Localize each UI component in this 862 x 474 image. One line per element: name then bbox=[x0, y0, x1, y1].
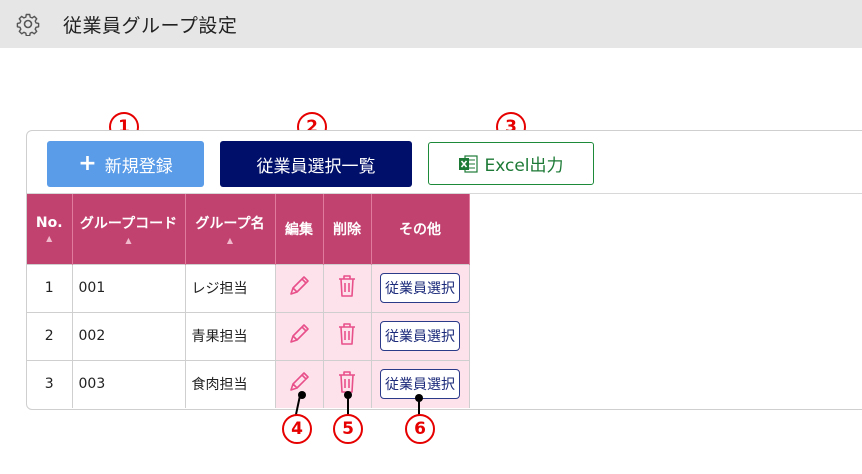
table-header-row: No. ▲ グループコード ▲ グループ名 ▲ 編集 削除 その他 bbox=[27, 194, 470, 264]
plus-icon: + bbox=[78, 151, 97, 176]
callout-marker-6: 6 bbox=[405, 414, 435, 444]
sort-asc-icon[interactable]: ▲ bbox=[190, 236, 271, 245]
employee-select-button[interactable]: 従業員選択 bbox=[380, 273, 460, 303]
cell-name: 青果担当 bbox=[185, 311, 276, 360]
other-cell: 従業員選択 bbox=[371, 263, 470, 312]
cell-no: 2 bbox=[27, 311, 73, 360]
column-header-code[interactable]: グループコード ▲ bbox=[72, 194, 186, 264]
cell-code: 003 bbox=[72, 359, 186, 408]
table-row: 1 001 レジ担当 従業員選択 bbox=[27, 263, 470, 312]
callout-line-5 bbox=[347, 395, 349, 415]
cell-name: レジ担当 bbox=[185, 263, 276, 312]
excel-icon bbox=[458, 154, 479, 174]
trash-icon[interactable] bbox=[335, 321, 359, 351]
pencil-icon[interactable] bbox=[286, 321, 312, 351]
new-register-label: 新規登録 bbox=[104, 156, 173, 177]
group-panel: + 新規登録 従業員選択一覧 Excel出力 No. ▲ グループコード ▲ グ… bbox=[26, 130, 862, 410]
column-header-edit: 編集 bbox=[275, 194, 324, 264]
delete-cell bbox=[323, 311, 372, 360]
cell-code: 001 bbox=[72, 263, 186, 312]
cell-code: 002 bbox=[72, 311, 186, 360]
callout-marker-5: 5 bbox=[333, 414, 363, 444]
column-header-no[interactable]: No. ▲ bbox=[27, 194, 73, 264]
column-label: No. bbox=[35, 214, 63, 231]
employee-selection-list-label: 従業員選択一覧 bbox=[256, 156, 376, 177]
pencil-icon[interactable] bbox=[286, 273, 312, 303]
excel-export-label: Excel出力 bbox=[484, 156, 564, 176]
cell-no: 1 bbox=[27, 263, 73, 312]
cell-no: 3 bbox=[27, 359, 73, 408]
new-register-button[interactable]: + 新規登録 bbox=[47, 141, 204, 187]
column-label: その他 bbox=[399, 221, 441, 238]
sort-asc-icon[interactable]: ▲ bbox=[31, 234, 68, 243]
column-header-delete: 削除 bbox=[323, 194, 372, 264]
callout-line-6 bbox=[418, 398, 420, 415]
gear-icon[interactable] bbox=[15, 11, 41, 37]
table-row: 3 003 食肉担当 従業員選択 bbox=[27, 359, 470, 408]
page-title: 従業員グループ設定 bbox=[63, 14, 238, 37]
employee-selection-list-button[interactable]: 従業員選択一覧 bbox=[220, 141, 412, 187]
employee-select-button[interactable]: 従業員選択 bbox=[380, 321, 460, 351]
group-table: No. ▲ グループコード ▲ グループ名 ▲ 編集 削除 その他 1 001 … bbox=[27, 194, 470, 408]
column-label: 編集 bbox=[285, 221, 313, 238]
table-row: 2 002 青果担当 従業員選択 bbox=[27, 311, 470, 360]
delete-cell bbox=[323, 263, 372, 312]
column-header-name[interactable]: グループ名 ▲ bbox=[185, 194, 276, 264]
column-label: 削除 bbox=[333, 221, 361, 238]
edit-cell bbox=[275, 311, 324, 360]
excel-export-button[interactable]: Excel出力 bbox=[428, 142, 594, 185]
column-label: グループコード bbox=[79, 215, 178, 232]
edit-cell bbox=[275, 263, 324, 312]
trash-icon[interactable] bbox=[335, 273, 359, 303]
column-label: グループ名 bbox=[195, 215, 265, 232]
column-header-other: その他 bbox=[371, 194, 470, 264]
sort-asc-icon[interactable]: ▲ bbox=[77, 236, 181, 245]
other-cell: 従業員選択 bbox=[371, 311, 470, 360]
callout-marker-4: 4 bbox=[282, 414, 312, 444]
page-header: 従業員グループ設定 bbox=[0, 0, 862, 48]
cell-name: 食肉担当 bbox=[185, 359, 276, 408]
